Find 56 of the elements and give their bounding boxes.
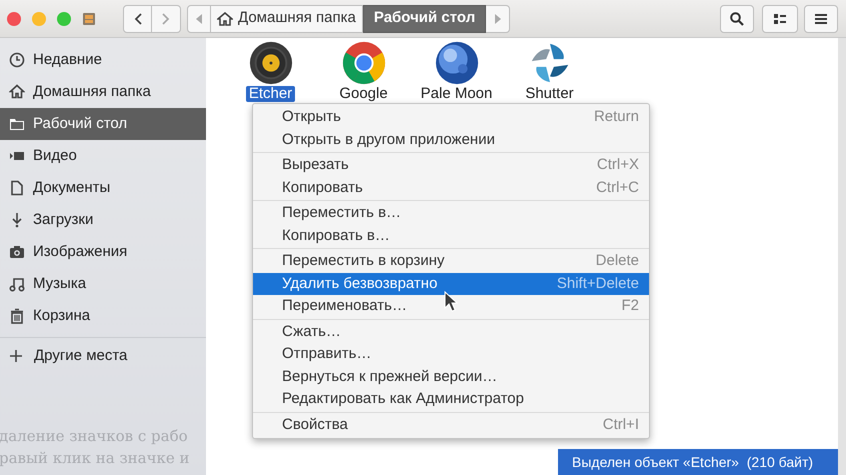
chevron-right-icon: [162, 12, 170, 24]
home-icon: [217, 12, 233, 26]
mouse-pointer-icon: [444, 291, 458, 312]
menu-item[interactable]: Сжать…: [253, 320, 649, 343]
menu-item[interactable]: Переименовать… F2: [253, 295, 649, 318]
camera-icon: [9, 244, 25, 260]
menu-item[interactable]: Открыть Return: [253, 106, 649, 128]
document-icon: [9, 180, 25, 196]
sidebar-item[interactable]: Документы: [0, 172, 206, 204]
list-view-icon: [774, 14, 786, 24]
sidebar-item[interactable]: Изображения: [0, 236, 206, 268]
path-segment[interactable]: Домашняя папка: [211, 4, 363, 32]
close-icon[interactable]: [7, 12, 21, 26]
folder-icon: [9, 116, 25, 132]
sidebar-item[interactable]: Загрузки: [0, 204, 206, 236]
menu-icon: [815, 14, 827, 24]
menu-item[interactable]: Копировать в…: [253, 224, 649, 247]
file-cabinet-icon: [82, 12, 96, 26]
triangle-right-icon: [494, 14, 501, 24]
sidebar-item[interactable]: Недавние: [0, 44, 206, 76]
menu-item[interactable]: Переместить в…: [253, 202, 649, 224]
app-icon[interactable]: [434, 40, 480, 86]
file-label[interactable]: Shutter: [522, 86, 577, 102]
back-button[interactable]: [123, 4, 152, 32]
app-icon[interactable]: [248, 40, 294, 86]
file-label[interactable]: Google: [336, 86, 391, 102]
file-label[interactable]: Etcher: [246, 86, 296, 102]
sidebar-item[interactable]: Домашняя папка: [0, 76, 206, 108]
menu-item[interactable]: Удалить безвозвратно Shift+Delete: [253, 272, 649, 295]
sidebar-item[interactable]: Музыка: [0, 268, 206, 300]
sidebar-item[interactable]: Корзина: [0, 300, 206, 332]
file-label[interactable]: Pale Moon: [418, 86, 496, 102]
menu-item[interactable]: Редактировать как Администратор: [253, 388, 649, 410]
search-icon: [730, 12, 744, 26]
sidebar-item[interactable]: Другие места: [34, 344, 128, 368]
trash-icon: [9, 308, 25, 324]
clock-icon: [9, 52, 25, 68]
music-note-icon: [9, 276, 25, 292]
sidebar-item[interactable]: Видео: [0, 140, 206, 172]
menu-button[interactable]: [804, 4, 838, 32]
menu-item[interactable]: Копировать Ctrl+C: [253, 176, 649, 199]
search-button[interactable]: [720, 4, 754, 32]
status-bar: Выделен объект «Etcher» (210 байт): [558, 449, 838, 475]
view-button[interactable]: [762, 4, 798, 32]
menu-item[interactable]: Вырезать Ctrl+X: [253, 154, 649, 176]
path-segment[interactable]: Рабочий стол: [362, 4, 486, 32]
menu-item[interactable]: Свойства Ctrl+I: [253, 414, 649, 436]
menu-item[interactable]: Открыть в другом приложении: [253, 128, 649, 151]
sidebar-item[interactable]: Рабочий стол: [0, 108, 206, 140]
home-icon: [9, 84, 25, 100]
plus-icon: [10, 350, 22, 362]
menu-item[interactable]: Вернуться к прежней версии…: [253, 366, 649, 388]
chevron-left-icon: [134, 12, 142, 24]
menu-item[interactable]: Переместить в корзину Delete: [253, 250, 649, 272]
triangle-left-icon: [196, 14, 202, 24]
menu-item[interactable]: Отправить…: [253, 343, 649, 366]
